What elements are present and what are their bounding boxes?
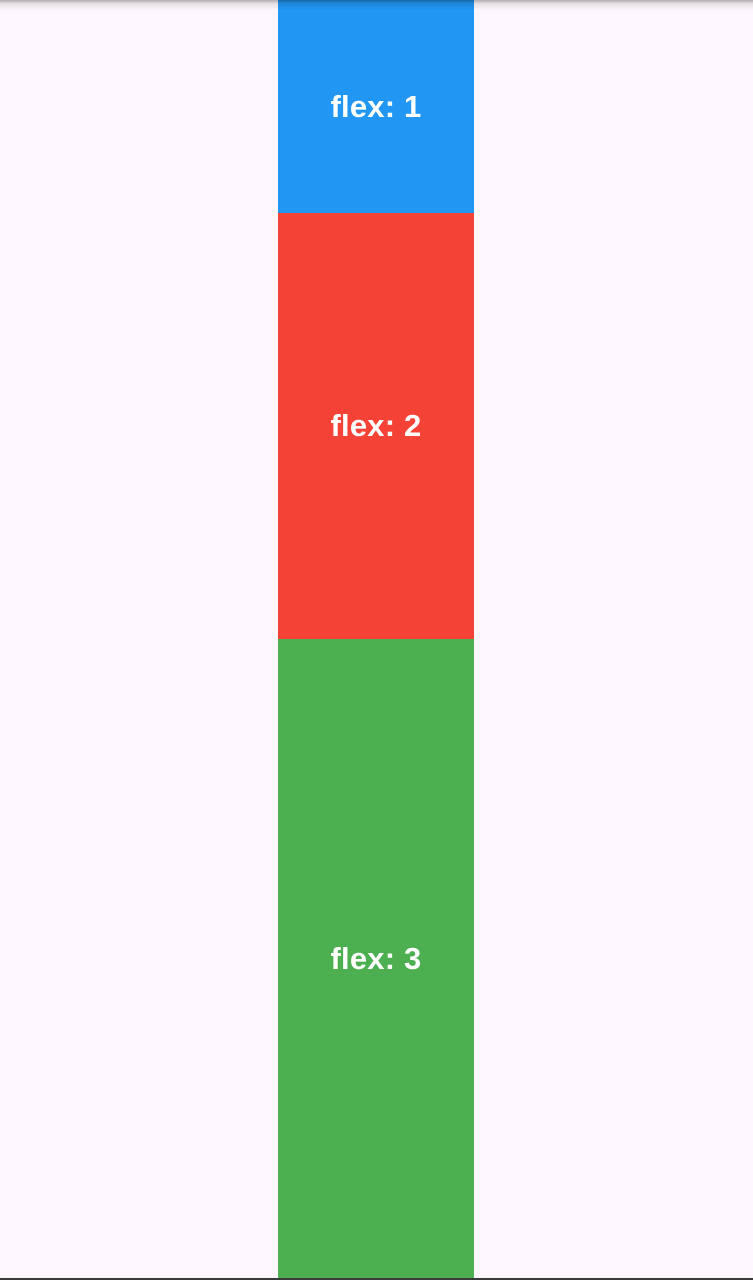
flex-box-blue: flex: 1 <box>278 0 474 213</box>
flex-box-red: flex: 2 <box>278 213 474 639</box>
status-bar-shadow <box>0 0 753 10</box>
flex-box-green: flex: 3 <box>278 639 474 1278</box>
flex-box-label-3: flex: 3 <box>330 940 422 976</box>
flex-column: flex: 1 flex: 2 flex: 3 <box>278 0 474 1278</box>
flex-box-label-1: flex: 1 <box>330 88 422 124</box>
flex-box-label-2: flex: 2 <box>330 408 422 443</box>
